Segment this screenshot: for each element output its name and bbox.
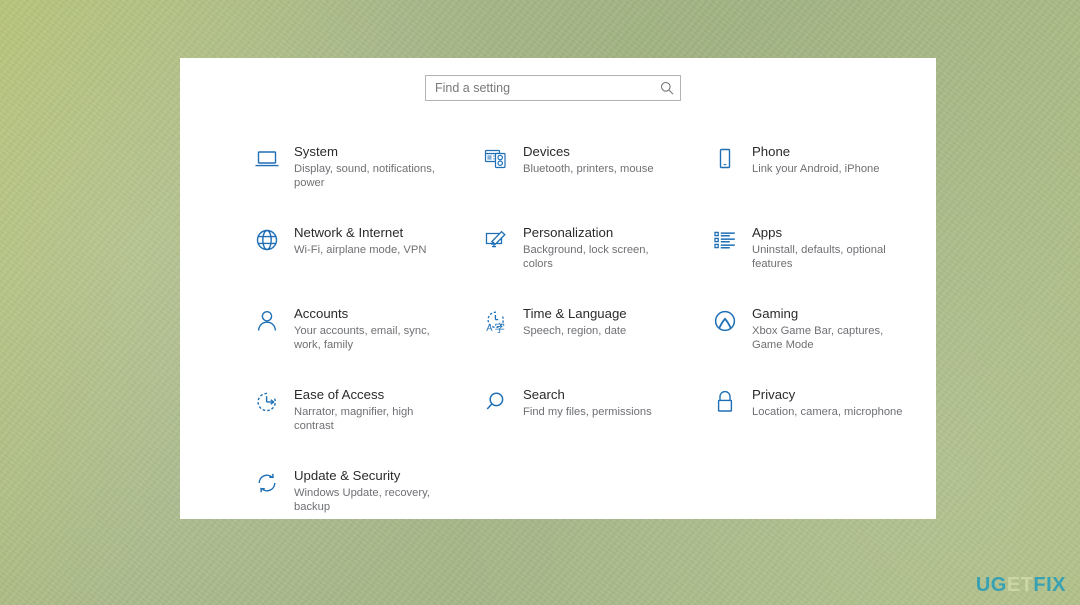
- settings-tile-text: Apps Uninstall, defaults, optional featu…: [752, 225, 910, 271]
- settings-tile-text: Time & Language Speech, region, date: [523, 306, 627, 338]
- settings-tile-text: Privacy Location, camera, microphone: [752, 387, 903, 419]
- settings-tile-personalization[interactable]: Personalization Background, lock screen,…: [481, 223, 693, 304]
- settings-tile-text: Update & Security Windows Update, recove…: [294, 468, 452, 514]
- watermark-logo: UG ET FIX: [976, 573, 1066, 597]
- tile-description: Wi-Fi, airplane mode, VPN: [294, 244, 427, 256]
- tile-description: Background, lock screen, colors: [523, 244, 649, 270]
- tile-title: Ease of Access: [294, 387, 385, 402]
- tile-title: System: [294, 144, 338, 159]
- settings-tile-text: System Display, sound, notifications, po…: [294, 144, 452, 190]
- keyboard-devices-icon: [481, 144, 511, 174]
- settings-tile-devices[interactable]: Devices Bluetooth, printers, mouse: [481, 142, 693, 223]
- watermark-part-2: ET: [1006, 574, 1034, 596]
- list-icon: [710, 225, 740, 255]
- watermark-part-1: UG: [975, 574, 1007, 596]
- settings-tile-update-security[interactable]: Update & Security Windows Update, recove…: [252, 466, 464, 519]
- settings-tile-text: Accounts Your accounts, email, sync, wor…: [294, 306, 452, 352]
- person-icon: [252, 306, 282, 336]
- settings-tile-ease-of-access[interactable]: Ease of Access Narrator, magnifier, high…: [252, 385, 464, 466]
- tile-description: Bluetooth, printers, mouse: [523, 163, 654, 175]
- tile-title: Time & Language: [523, 306, 627, 321]
- tile-description: Speech, region, date: [523, 325, 627, 337]
- svg-text:A: A: [486, 323, 493, 334]
- tile-description: Narrator, magnifier, high contrast: [294, 406, 414, 432]
- tile-description: Link your Android, iPhone: [752, 163, 880, 175]
- tile-title: Personalization: [523, 225, 614, 240]
- ease-of-access-icon: [252, 387, 282, 417]
- search-row: Find a setting: [180, 58, 936, 132]
- settings-window: Find a setting System Display, sound, no…: [180, 58, 936, 519]
- settings-grid: System Display, sound, notifications, po…: [252, 142, 922, 519]
- tile-title: Network & Internet: [294, 225, 404, 240]
- search-icon[interactable]: [654, 76, 680, 100]
- settings-tile-network-internet[interactable]: Network & Internet Wi-Fi, airplane mode,…: [252, 223, 464, 304]
- settings-tile-text: Gaming Xbox Game Bar, captures, Game Mod…: [752, 306, 910, 352]
- tile-title: Search: [523, 387, 565, 402]
- tile-description: Windows Update, recovery, backup: [294, 487, 430, 513]
- lock-icon: [710, 387, 740, 417]
- search-input[interactable]: Find a setting: [425, 75, 681, 101]
- tile-description: Xbox Game Bar, captures, Game Mode: [752, 325, 884, 351]
- tile-title: Phone: [752, 144, 791, 159]
- settings-tile-text: Search Find my files, permissions: [523, 387, 652, 419]
- settings-tile-text: Phone Link your Android, iPhone: [752, 144, 880, 176]
- tile-description: Uninstall, defaults, optional features: [752, 244, 886, 270]
- settings-tile-apps[interactable]: Apps Uninstall, defaults, optional featu…: [710, 223, 922, 304]
- paintbrush-monitor-icon: [481, 225, 511, 255]
- tile-title: Update & Security: [294, 468, 401, 483]
- settings-tile-text: Ease of Access Narrator, magnifier, high…: [294, 387, 452, 433]
- search-input-text[interactable]: Find a setting: [426, 76, 654, 100]
- settings-tile-text: Personalization Background, lock screen,…: [523, 225, 681, 271]
- tile-title: Gaming: [752, 306, 799, 321]
- watermark-part-3: FIX: [1033, 574, 1066, 596]
- settings-tile-gaming[interactable]: Gaming Xbox Game Bar, captures, Game Mod…: [710, 304, 922, 385]
- svg-text:字: 字: [495, 321, 506, 334]
- xbox-icon: [710, 306, 740, 336]
- tile-title: Apps: [752, 225, 783, 240]
- laptop-icon: [252, 144, 282, 174]
- tile-description: Display, sound, notifications, power: [294, 163, 435, 189]
- settings-tile-privacy[interactable]: Privacy Location, camera, microphone: [710, 385, 922, 466]
- update-security-icon: [252, 468, 282, 498]
- settings-tile-system[interactable]: System Display, sound, notifications, po…: [252, 142, 464, 223]
- settings-tile-text: Network & Internet Wi-Fi, airplane mode,…: [294, 225, 426, 257]
- settings-tile-text: Devices Bluetooth, printers, mouse: [523, 144, 654, 176]
- clock-language-icon: A 字: [481, 306, 511, 336]
- settings-tile-phone[interactable]: Phone Link your Android, iPhone: [710, 142, 922, 223]
- magnifier-icon: [481, 387, 511, 417]
- tile-title: Accounts: [294, 306, 349, 321]
- globe-icon: [252, 225, 282, 255]
- settings-tile-accounts[interactable]: Accounts Your accounts, email, sync, wor…: [252, 304, 464, 385]
- tile-description: Find my files, permissions: [523, 406, 652, 418]
- settings-tile-time-language[interactable]: A 字 Time & Language Speech, region, date: [481, 304, 693, 385]
- tile-title: Devices: [523, 144, 570, 159]
- tile-description: Your accounts, email, sync, work, family: [294, 325, 430, 351]
- settings-tile-search[interactable]: Search Find my files, permissions: [481, 385, 693, 466]
- phone-icon: [710, 144, 740, 174]
- tile-description: Location, camera, microphone: [752, 406, 903, 418]
- tile-title: Privacy: [752, 387, 796, 402]
